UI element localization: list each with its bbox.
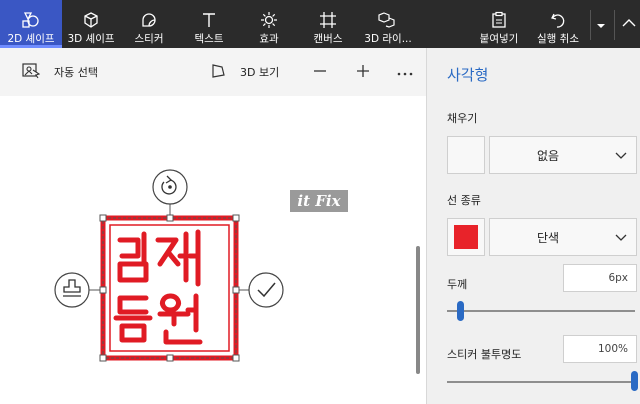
line-type-label: 선 종류 <box>447 194 481 207</box>
thickness-label: 두께 <box>447 278 468 291</box>
line-type-dropdown[interactable]: 단색 <box>489 218 637 256</box>
selection-overlay <box>54 169 284 362</box>
chevron-down-icon <box>614 230 628 247</box>
tool-label: 실행 취소 <box>537 33 579 45</box>
properties-panel: 사각형 채우기 없음 선 종류 단색 두께 6px 스티커 불투명도 100% <box>426 48 640 404</box>
more-options-button[interactable] <box>397 48 413 96</box>
chevron-down-icon <box>614 148 628 165</box>
drawing-canvas[interactable]: it Fix <box>0 96 426 404</box>
opacity-slider-thumb[interactable] <box>631 371 638 391</box>
view-3d-label: 3D 보기 <box>240 66 280 79</box>
tool-effects[interactable]: 효과 <box>240 0 298 48</box>
more-icon <box>397 66 413 79</box>
3d-shapes-icon <box>82 9 100 31</box>
tool-label: 3D 셰이프 <box>67 33 115 45</box>
3d-library-icon <box>378 9 398 31</box>
chevron-down-icon[interactable] <box>596 20 606 33</box>
tool-label: 효과 <box>259 33 279 45</box>
canvas-toolbar: 자동 선택 3D 보기 <box>0 48 426 96</box>
toolbar-divider <box>590 10 591 40</box>
paste-icon <box>490 9 508 31</box>
tool-2d-shapes[interactable]: 2D 셰이프 <box>0 0 62 48</box>
auto-select-button[interactable]: 자동 선택 <box>22 48 98 96</box>
checkmark-handle[interactable] <box>248 272 284 308</box>
view-3d-icon <box>210 63 226 82</box>
top-toolbar: 2D 셰이프 3D 셰이프 스티커 텍스트 효과 캔버스 3D 라이... 붙여… <box>0 0 640 48</box>
opacity-slider-track[interactable] <box>447 381 635 383</box>
fill-dropdown[interactable]: 없음 <box>489 136 637 174</box>
tool-text[interactable]: 텍스트 <box>178 0 240 48</box>
tool-label: 스티커 <box>134 33 164 45</box>
line-type-value: 단색 <box>536 230 560 245</box>
effects-icon <box>260 9 278 31</box>
tool-label: 3D 라이... <box>364 33 412 45</box>
plus-icon <box>356 64 370 81</box>
tool-label: 2D 셰이프 <box>7 33 55 45</box>
stamp-image[interactable] <box>100 215 239 361</box>
stamp-handle[interactable] <box>54 272 90 308</box>
tool-canvas[interactable]: 캔버스 <box>298 0 358 48</box>
minus-icon <box>313 64 327 81</box>
panel-title: 사각형 <box>447 66 489 84</box>
vertical-scrollbar[interactable] <box>416 246 420 374</box>
toolbar-divider <box>614 10 615 40</box>
view-3d-button[interactable]: 3D 보기 <box>210 48 279 96</box>
thickness-slider-track[interactable] <box>447 310 635 312</box>
canvas-icon <box>319 9 337 31</box>
thickness-slider-thumb[interactable] <box>457 301 464 321</box>
tool-label: 붙여넣기 <box>479 33 519 45</box>
undo-button[interactable]: 실행 취소 <box>528 0 588 48</box>
line-color-fill <box>454 225 478 249</box>
line-color-swatch[interactable] <box>447 218 485 256</box>
text-icon <box>200 9 218 31</box>
2d-shapes-icon <box>21 9 41 31</box>
sticker-icon <box>140 9 158 31</box>
tool-3d-library[interactable]: 3D 라이... <box>358 0 418 48</box>
paste-button[interactable]: 붙여넣기 <box>474 0 524 48</box>
zoom-in-button[interactable] <box>356 48 370 96</box>
rotate-handle[interactable] <box>152 169 188 205</box>
chevron-up-icon[interactable] <box>622 18 636 31</box>
fill-label: 채우기 <box>447 112 478 125</box>
opacity-label: 스티커 불투명도 <box>447 348 522 361</box>
tool-label: 텍스트 <box>194 33 224 45</box>
opacity-input[interactable]: 100% <box>563 335 637 363</box>
fill-color-swatch[interactable] <box>447 136 485 174</box>
tool-stickers[interactable]: 스티커 <box>120 0 178 48</box>
tool-label: 캔버스 <box>313 33 343 45</box>
thickness-input[interactable]: 6px <box>563 264 637 292</box>
tool-3d-shapes[interactable]: 3D 셰이프 <box>62 0 120 48</box>
undo-icon <box>549 9 567 31</box>
watermark-text: it Fix <box>290 190 348 212</box>
fill-value: 없음 <box>536 148 560 163</box>
auto-select-icon <box>22 62 41 82</box>
zoom-out-button[interactable] <box>313 48 327 96</box>
auto-select-label: 자동 선택 <box>54 66 98 79</box>
